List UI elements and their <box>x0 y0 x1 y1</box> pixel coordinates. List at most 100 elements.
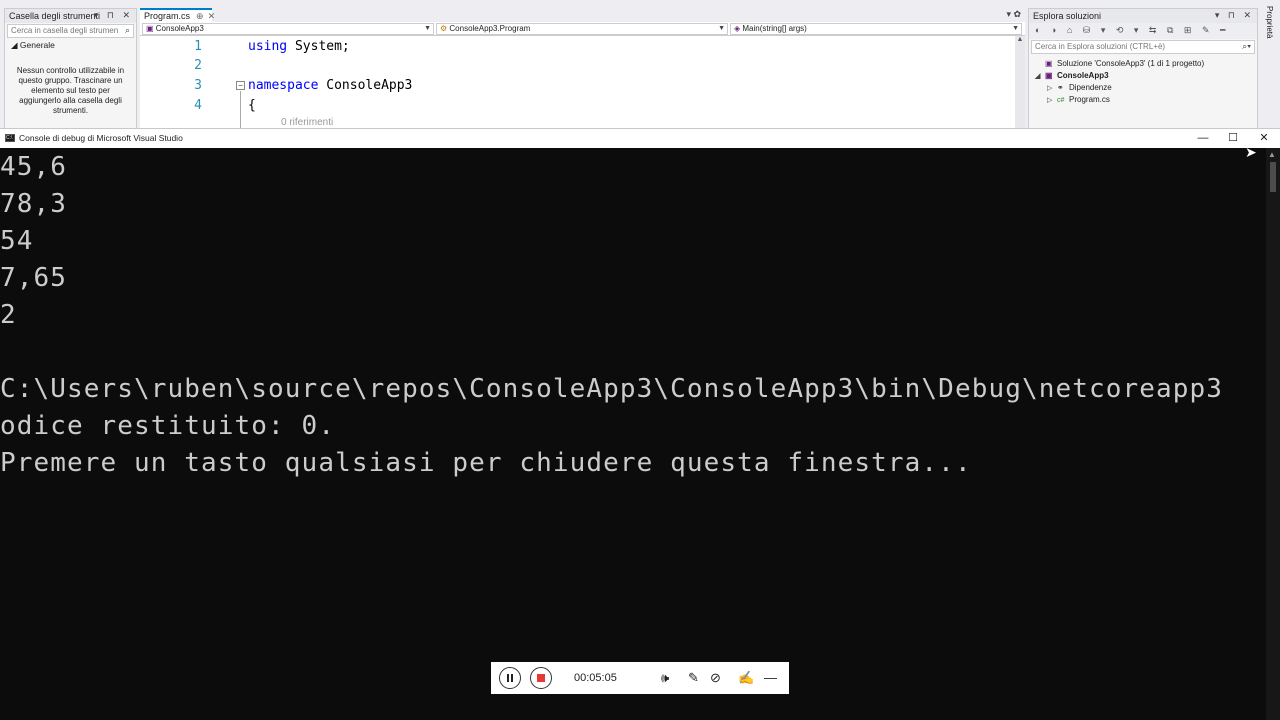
console-line: Premere un tasto qualsiasi per chiudere … <box>0 448 972 478</box>
pause-icon <box>507 674 509 682</box>
tree-item-label: Program.cs <box>1069 95 1110 104</box>
console-app-icon: C:\ <box>5 134 15 142</box>
console-scrollbar[interactable]: ▲ <box>1266 148 1280 720</box>
visual-studio-window: Casella degli strumenti ▾ ⊓ ✕ Cerca in c… <box>0 0 1280 130</box>
dependencies-icon: ⚭ <box>1057 83 1064 92</box>
chevron-down-icon: ▼ <box>718 25 725 32</box>
console-line: 45,6 <box>0 152 68 182</box>
properties-tab-label: Proprietà <box>1265 6 1274 39</box>
code-area[interactable]: 1 using System; 2 3 − namespace ConsoleA… <box>140 37 1010 130</box>
console-line: 2 <box>0 300 17 330</box>
scroll-up-icon[interactable]: ▲ <box>1268 150 1276 159</box>
scroll-up-icon[interactable]: ▲ <box>1015 36 1025 43</box>
project-icon: ▣ <box>1045 71 1053 80</box>
solution-explorer-search-input[interactable]: Cerca in Esplora soluzioni (CTRL+è) ⌕▾ <box>1031 40 1255 54</box>
webcam-off-icon[interactable]: ⊘ <box>710 670 721 686</box>
code-text: { <box>248 98 256 113</box>
tree-item-solution[interactable]: ▣ Soluzione 'ConsoleApp3' (1 di 1 progett… <box>1029 58 1257 70</box>
tree-item-dependencies[interactable]: ▷ ⚭ Dipendenze <box>1029 82 1257 94</box>
code-line: using System; <box>248 39 350 54</box>
console-output[interactable]: 45,6 78,3 54 7,65 2 C:\Users\ruben\sourc… <box>0 148 1266 720</box>
toolbox-panel: Casella degli strumenti ▾ ⊓ ✕ Cerca in c… <box>4 8 137 130</box>
line-number: 2 <box>194 58 202 73</box>
keyword: using <box>248 39 288 54</box>
csharp-file-icon: c# <box>1057 97 1065 104</box>
tree-item-project[interactable]: ◢ ▣ ConsoleApp3 <box>1029 70 1257 82</box>
toolbox-title-bar[interactable]: Casella degli strumenti ▾ ⊓ ✕ <box>5 9 136 23</box>
class-icon: ⚙ <box>440 24 450 33</box>
volume-icon[interactable]: 🕪 <box>661 670 669 686</box>
solution-icon: ▣ <box>1045 59 1053 68</box>
console-line: 78,3 <box>0 189 68 219</box>
project-dropdown-value: ConsoleApp3 <box>155 24 204 33</box>
console-line: 54 <box>0 226 34 256</box>
solution-explorer-search-placeholder: Cerca in Esplora soluzioni (CTRL+è) <box>1035 42 1166 51</box>
solution-explorer-toolbar[interactable]: ◐ ◑ ⌂ ⛁ ▾ ⟲ ▾ ⇆ ⧉ ⊞ ✎ ━ <box>1029 23 1257 39</box>
properties-side-tab[interactable]: Proprietà <box>1262 0 1280 130</box>
toolbox-title: Casella degli strumenti <box>9 11 101 21</box>
scrollbar-thumb[interactable] <box>1270 162 1276 192</box>
minimize-button[interactable]: — <box>1189 130 1217 146</box>
pause-button[interactable] <box>499 667 521 689</box>
solution-explorer-window-controls[interactable]: ▾ ⊓ ✕ <box>1215 10 1254 21</box>
solution-explorer-title: Esplora soluzioni <box>1033 11 1102 21</box>
member-dropdown[interactable]: ◈ Main(string[] args) ▼ <box>730 23 1022 35</box>
console-line: odice restituito: 0. <box>0 411 336 441</box>
tab-program-cs[interactable]: Program.cs ⊕ ✕ <box>140 8 215 22</box>
indent-guide <box>240 91 241 130</box>
tab-overflow-controls[interactable]: ▾ ✿ <box>1006 9 1021 20</box>
pin-icon[interactable]: ⊕ <box>196 11 204 21</box>
codelens-references[interactable]: 0 riferimenti <box>281 117 333 128</box>
project-dropdown[interactable]: ▣ ConsoleApp3 ▼ <box>142 23 434 35</box>
collapse-toggle-icon[interactable]: − <box>236 81 245 90</box>
console-title-bar[interactable]: C:\ Console di debug di Microsoft Visual… <box>0 128 1280 148</box>
search-icon[interactable]: ⌕ <box>125 25 130 36</box>
navigation-bar: ▣ ConsoleApp3 ▼ ⚙ ConsoleApp3.Program ▼ ◈ … <box>140 22 1025 36</box>
search-icon[interactable]: ⌕▾ <box>1242 41 1251 52</box>
editor-tab-row: Program.cs ⊕ ✕ ▾ ✿ <box>140 8 1025 22</box>
console-line: 7,65 <box>0 263 68 293</box>
code-editor: Program.cs ⊕ ✕ ▾ ✿ ▣ ConsoleApp3 ▼ ⚙ Consol… <box>140 8 1025 130</box>
tree-item-label: Dipendenze <box>1069 83 1112 92</box>
debug-console-window: C:\ Console di debug di Microsoft Visual… <box>0 128 1280 720</box>
solution-explorer-title-bar[interactable]: Esplora soluzioni ▾ ⊓ ✕ <box>1029 9 1257 23</box>
code-text: System; <box>287 39 350 54</box>
minimize-toolbar-icon[interactable]: — <box>764 670 777 685</box>
stop-button[interactable] <box>530 667 552 689</box>
code-line: namespace ConsoleApp3 <box>248 78 412 93</box>
code-line: { <box>248 98 256 113</box>
class-dropdown-value: ConsoleApp3.Program <box>449 24 531 33</box>
expand-arrow-icon[interactable]: ▷ <box>1047 95 1057 107</box>
code-text: ConsoleApp3 <box>318 78 413 93</box>
solution-explorer-panel: Esplora soluzioni ▾ ⊓ ✕ ◐ ◑ ⌂ ⛁ ▾ ⟲ ▾ ⇆ … <box>1028 8 1258 130</box>
toolbox-search-input[interactable]: Cerca in casella degli strumen ⌕ <box>7 24 134 38</box>
screen-recorder-toolbar: 00:05:05 🕪 ✎ ⊘ ✍ — <box>491 662 789 694</box>
close-icon[interactable]: ✕ <box>208 11 216 21</box>
line-number: 1 <box>194 39 202 54</box>
draw-icon[interactable]: ✍ <box>738 670 754 686</box>
vs-top-strip <box>0 0 1280 6</box>
recording-timer: 00:05:05 <box>574 672 617 684</box>
chevron-down-icon: ▼ <box>424 25 431 32</box>
tree-item-program-cs[interactable]: ▷ c# Program.cs <box>1029 94 1257 106</box>
project-icon: ▣ <box>146 24 156 33</box>
chevron-down-icon: ▼ <box>1012 25 1019 32</box>
tab-label: Program.cs <box>144 11 191 21</box>
maximize-button[interactable]: ☐ <box>1219 130 1247 146</box>
line-number: 4 <box>194 98 202 113</box>
class-dropdown[interactable]: ⚙ ConsoleApp3.Program ▼ <box>436 23 728 35</box>
toolbox-group-generale[interactable]: ◢ Generale <box>5 39 136 52</box>
tree-item-label: ConsoleApp3 <box>1057 71 1109 80</box>
microphone-off-icon[interactable]: ✎ <box>688 670 699 686</box>
member-dropdown-value: Main(string[] args) <box>742 24 807 33</box>
line-number: 3 <box>194 78 202 93</box>
toolbox-window-controls[interactable]: ▾ ⊓ ✕ <box>94 10 133 21</box>
keyword: namespace <box>248 78 319 93</box>
toolbox-empty-message: Nessun controllo utilizzabile in questo … <box>16 66 125 115</box>
toolbox-search-placeholder: Cerca in casella degli strumen <box>11 26 119 35</box>
editor-scrollbar[interactable]: ▲ <box>1015 36 1025 130</box>
stop-icon <box>537 674 545 682</box>
console-line: C:\Users\ruben\source\repos\ConsoleApp3\… <box>0 374 1223 404</box>
console-title: Console di debug di Microsoft Visual Stu… <box>19 133 183 143</box>
mouse-cursor-icon: ➤ <box>1245 144 1257 160</box>
